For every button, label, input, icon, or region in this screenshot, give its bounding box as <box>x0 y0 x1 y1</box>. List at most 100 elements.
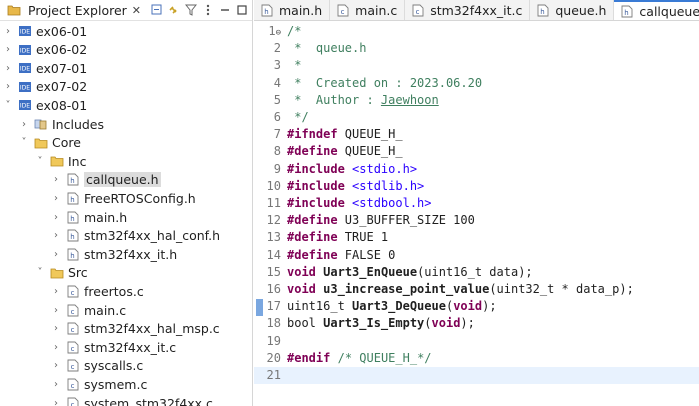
code-line[interactable]: 17 uint16_t Uart3_DeQueue(void); <box>254 298 699 315</box>
code-line[interactable]: 3 * <box>254 57 699 74</box>
code-area[interactable]: 1⊖/* 2 * queue.h 3 * 4 * Created on : 2023.… <box>254 21 699 406</box>
tree-item[interactable]: › c syscalls.c <box>50 357 143 375</box>
code-line[interactable]: 1⊖/* <box>254 23 699 40</box>
code-line[interactable]: 14 #define FALSE 0 <box>254 247 699 264</box>
minimize-icon[interactable] <box>218 4 231 17</box>
chevron-down-icon[interactable]: ˅ <box>34 267 46 278</box>
code-text: #define FALSE 0 <box>284 247 395 264</box>
code-line[interactable]: 5 * Author : Jaewhoon <box>254 92 699 109</box>
svg-text:IDE: IDE <box>20 47 30 54</box>
chevron-right-icon[interactable]: › <box>50 379 62 390</box>
tree-item[interactable]: › c sysmem.c <box>50 375 147 393</box>
code-text: #include <stdio.h> <box>284 161 417 178</box>
code-token: QUEUE_H_ <box>337 144 403 159</box>
code-line[interactable]: 11 #include <stdbool.h> <box>254 195 699 212</box>
code-line[interactable]: 20 #endif /* QUEUE_H_*/ <box>254 350 699 367</box>
code-line[interactable]: 15 void Uart3_EnQueue(uint16_t data); <box>254 264 699 281</box>
chevron-right-icon[interactable]: › <box>50 249 62 260</box>
code-token: void <box>287 264 316 279</box>
project-icon: IDE <box>17 80 33 94</box>
tree-item[interactable]: ˅ IDE ex08-01 <box>2 96 88 114</box>
tree-item[interactable]: › h stm32f4xx_hal_conf.h <box>50 227 220 245</box>
code-line[interactable]: 8 #define QUEUE_H_ <box>254 143 699 160</box>
chevron-right-icon[interactable]: › <box>18 119 30 130</box>
editor-tab[interactable]: h main.h <box>254 0 331 20</box>
code-line[interactable]: 19 <box>254 333 699 350</box>
chevron-right-icon[interactable]: › <box>50 360 62 371</box>
line-number-text: 16 <box>266 282 281 296</box>
chevron-right-icon[interactable]: › <box>50 398 62 406</box>
tree-item[interactable]: › IDE ex07-02 <box>2 78 87 96</box>
tree-item[interactable]: › h main.h <box>50 208 127 226</box>
code-line[interactable]: 13 #define TRUE 1 <box>254 229 699 246</box>
tree-item[interactable]: ˅ Inc <box>34 152 87 170</box>
chevron-right-icon[interactable]: › <box>50 230 62 241</box>
close-icon[interactable]: ✕ <box>132 4 141 17</box>
project-icon: IDE <box>17 24 33 38</box>
tree-item[interactable]: › h stm32f4xx_it.h <box>50 245 177 263</box>
editor-tab[interactable]: hcallqueue.h✕ <box>614 0 699 20</box>
tree-item[interactable]: › c stm32f4xx_hal_msp.c <box>50 320 220 338</box>
chevron-right-icon[interactable]: › <box>2 44 14 55</box>
tree-item-label: freertos.c <box>84 283 144 299</box>
code-line[interactable]: 7 #ifndef QUEUE_H_ <box>254 126 699 143</box>
code-line[interactable]: 2 * queue.h <box>254 40 699 57</box>
chevron-right-icon[interactable]: › <box>50 342 62 353</box>
code-line[interactable]: 6 */ <box>254 109 699 126</box>
tree-item[interactable]: › h callqueue.h <box>50 171 161 189</box>
editor-tab[interactable]: c stm32f4xx_it.c <box>405 0 531 20</box>
source-file-icon: c <box>65 359 81 373</box>
chevron-down-icon[interactable]: ˅ <box>2 100 14 111</box>
code-token: Uart3_Is_Empty <box>323 316 425 331</box>
project-explorer-panel: Project Explorer ✕ › IDE ex06-01 › IDE ex06-0… <box>0 0 253 406</box>
tree-item[interactable]: › IDE ex07-01 <box>2 59 87 77</box>
code-line[interactable]: 9 #include <stdio.h> <box>254 161 699 178</box>
chevron-right-icon[interactable]: › <box>50 193 62 204</box>
code-text: void u3_increase_point_value(uint32_t * … <box>284 281 634 298</box>
code-line[interactable]: 18 bool Uart3_Is_Empty(void); <box>254 315 699 332</box>
editor-tab[interactable]: h queue.h <box>530 0 615 20</box>
chevron-right-icon[interactable]: › <box>2 63 14 74</box>
editor-tab[interactable]: c main.c <box>330 0 406 20</box>
tree-item[interactable]: › c stm32f4xx_it.c <box>50 338 176 356</box>
code-line[interactable]: 12 #define U3_BUFFER_SIZE 100 <box>254 212 699 229</box>
tree-item[interactable]: ˅ Src <box>34 264 88 282</box>
view-menu-icon[interactable] <box>201 4 214 17</box>
svg-text:c: c <box>416 8 420 16</box>
fold-toggle-icon[interactable]: ⊖ <box>276 28 281 38</box>
tree-item[interactable]: › c freertos.c <box>50 282 144 300</box>
line-number-text: 13 <box>266 230 281 245</box>
chevron-right-icon[interactable]: › <box>50 305 62 316</box>
chevron-right-icon[interactable]: › <box>50 174 62 185</box>
code-token: <stdbool.h> <box>352 196 432 210</box>
code-line[interactable]: 21 <box>254 367 699 384</box>
code-line[interactable]: 10 #include <stdlib.h> <box>254 178 699 195</box>
tree-item[interactable]: ˅ Core <box>18 134 81 152</box>
code-text: #endif /* QUEUE_H_*/ <box>284 350 432 367</box>
code-line[interactable]: 4 * Created on : 2023.06.20 <box>254 75 699 92</box>
link-editor-icon[interactable] <box>167 4 180 17</box>
line-number-text: 14 <box>266 247 281 262</box>
tree-item[interactable]: › IDE ex06-02 <box>2 41 87 59</box>
code-token: (uint16_t data); <box>417 264 533 279</box>
tree-item[interactable]: › c system_stm32f4xx.c <box>50 394 213 406</box>
chevron-right-icon[interactable]: › <box>50 323 62 334</box>
tree-item[interactable]: › c main.c <box>50 301 126 319</box>
maximize-icon[interactable] <box>235 4 248 17</box>
line-number-text: 20 <box>266 350 281 365</box>
code-line[interactable]: 16 void u3_increase_point_value(uint32_t … <box>254 281 699 298</box>
tree-item[interactable]: › h FreeRTOSConfig.h <box>50 189 196 207</box>
tree-item[interactable]: › IDE ex06-01 <box>2 22 87 40</box>
chevron-right-icon[interactable]: › <box>2 81 14 92</box>
code-text: void Uart3_EnQueue(uint16_t data); <box>284 264 533 281</box>
tree-item[interactable]: › Includes <box>18 115 104 133</box>
chevron-right-icon[interactable]: › <box>2 26 14 37</box>
chevron-down-icon[interactable]: ˅ <box>34 156 46 167</box>
project-explorer-title[interactable]: Project Explorer <box>28 3 127 18</box>
chevron-down-icon[interactable]: ˅ <box>18 137 30 148</box>
chevron-right-icon[interactable]: › <box>50 212 62 223</box>
collapse-all-icon[interactable] <box>150 4 163 17</box>
chevron-right-icon[interactable]: › <box>50 286 62 297</box>
filter-icon[interactable] <box>184 4 197 17</box>
